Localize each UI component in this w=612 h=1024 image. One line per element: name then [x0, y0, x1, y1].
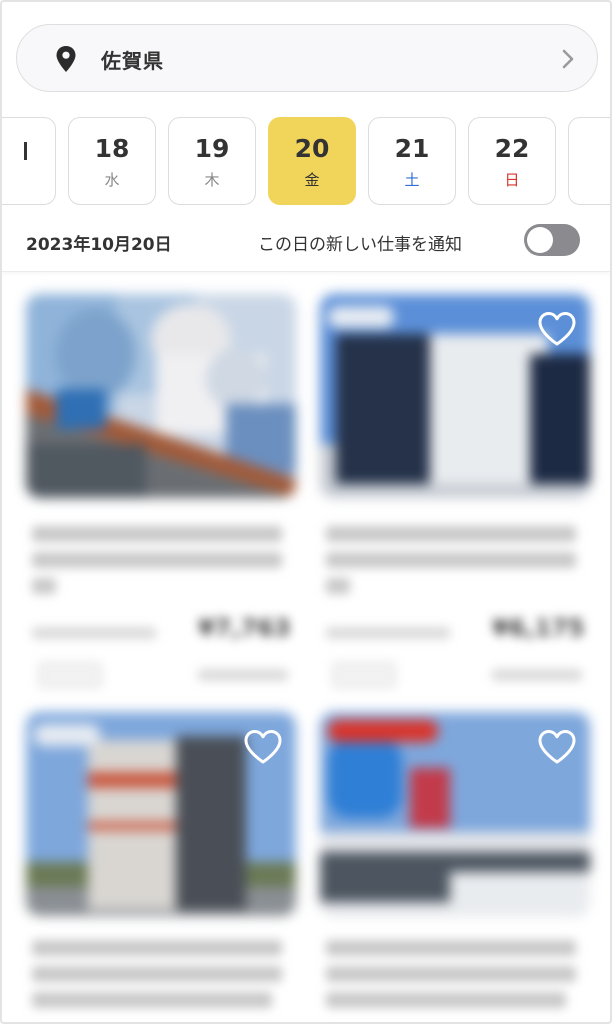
job-title-line [326, 966, 576, 982]
job-title-line [32, 578, 56, 594]
job-title-line [326, 992, 566, 1008]
date-weekday-sunday: 日 [504, 171, 520, 189]
job-card[interactable]: ¥7,763 [26, 294, 296, 694]
app-frame: 佐賀県 18 水 19 木 20 金 21 土 22 日 2023年10月20日… [0, 0, 612, 1024]
notify-label: この日の新しい仕事を通知 [258, 235, 462, 255]
job-price: ¥6,175 [492, 614, 585, 642]
job-distance [492, 669, 582, 681]
date-weekday: 水 [104, 171, 120, 189]
date-day: 18 [94, 134, 130, 163]
job-title-line [32, 526, 282, 542]
job-title-line [326, 940, 576, 956]
date-day: 21 [394, 134, 430, 163]
date-card-23[interactable] [568, 117, 610, 205]
job-card[interactable] [320, 712, 590, 1022]
location-pin-icon [56, 46, 76, 72]
notify-toggle[interactable] [524, 224, 580, 256]
date-weekday: 金 [304, 171, 320, 189]
date-card-20-selected[interactable]: 20 金 [268, 117, 356, 205]
job-title-line [32, 992, 272, 1008]
date-partial-digit [24, 142, 27, 160]
job-title-line [326, 526, 576, 542]
job-card[interactable] [26, 712, 296, 1022]
date-weekday: 木 [204, 171, 220, 189]
location-selector[interactable]: 佐賀県 [16, 24, 598, 92]
favorite-heart-icon[interactable] [536, 310, 578, 348]
chevron-right-icon [562, 49, 574, 69]
job-title-line [326, 578, 350, 594]
date-day: 20 [294, 134, 330, 163]
job-time [32, 627, 156, 639]
date-day: 19 [194, 134, 230, 163]
job-title-line [32, 966, 282, 982]
job-price: ¥7,763 [198, 614, 291, 642]
job-time [326, 627, 450, 639]
date-day: 22 [494, 134, 530, 163]
selected-date-label: 2023年10月20日 [26, 235, 172, 255]
date-weekday-saturday: 土 [404, 171, 420, 189]
date-card-19[interactable]: 19 木 [168, 117, 256, 205]
job-image-workers [26, 294, 296, 498]
search-header: 佐賀県 18 水 19 木 20 金 21 土 22 日 2023年10月20日… [2, 2, 610, 272]
date-card-22[interactable]: 22 日 [468, 117, 556, 205]
favorite-heart-icon[interactable] [536, 728, 578, 766]
job-distance [198, 669, 288, 681]
prefecture-label: 佐賀県 [101, 49, 164, 73]
date-card-21[interactable]: 21 土 [368, 117, 456, 205]
job-title-line [32, 940, 282, 956]
job-tag [38, 662, 102, 688]
job-thumbnail [26, 294, 296, 498]
job-tag [332, 662, 396, 688]
date-card-17[interactable] [2, 117, 56, 205]
date-picker-strip: 18 水 19 木 20 金 21 土 22 日 [2, 117, 610, 207]
job-card[interactable]: ¥6,175 [320, 294, 590, 694]
favorite-heart-icon[interactable] [242, 728, 284, 766]
job-title-line [326, 552, 576, 568]
toggle-knob [527, 227, 553, 253]
date-card-18[interactable]: 18 水 [68, 117, 156, 205]
job-title-line [32, 552, 282, 568]
